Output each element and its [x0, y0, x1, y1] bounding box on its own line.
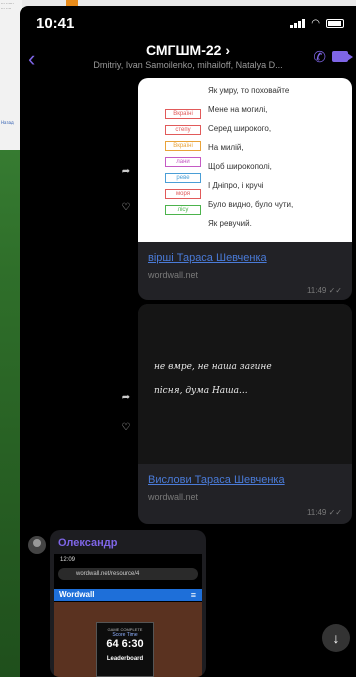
battery-icon	[326, 19, 344, 28]
clock: 10:41	[36, 15, 75, 32]
link-title[interactable]: Вислови Тараса Шевченка	[148, 474, 285, 486]
poem-line: Було видно, було чути,	[208, 200, 294, 209]
game-area: GAME COMPLETE Score Time 64 6:30 Leaderb…	[54, 602, 202, 677]
message-bubble[interactable]: Як умру, то поховайте Мене на могилі, Се…	[138, 78, 352, 300]
react-heart-icon[interactable]: ♡	[118, 200, 134, 216]
poem-line: І Дніпро, і кручі	[208, 181, 264, 190]
word-tile: моря	[165, 189, 201, 199]
react-heart-icon[interactable]: ♡	[118, 420, 134, 436]
poem-line: Як ревучий.	[208, 219, 252, 228]
word-tile: степу	[165, 125, 201, 135]
leaderboard-label: Leaderboard	[106, 656, 144, 662]
message-bubble[interactable]: не вмре, не наша загине пісня, дума Наша…	[138, 304, 352, 524]
sender-name[interactable]: Олександр	[58, 537, 117, 549]
shot-url-bar: wordwall.net/resource/4	[58, 568, 198, 580]
wifi-icon: ◠	[311, 18, 320, 29]
handwritten-line: не вмре, не наша загине	[154, 362, 272, 372]
chat-members[interactable]: Dmitriy, Ivan Samoilenko, mihailoff, Nat…	[20, 60, 356, 70]
message-time: 11:49 ✓✓	[306, 286, 342, 295]
link-domain: wordwall.net	[148, 270, 199, 280]
link-domain: wordwall.net	[148, 492, 199, 502]
system-icons: ◠	[290, 18, 344, 29]
word-tile: лани	[165, 157, 201, 167]
bg-doc-text: ... ....	[1, 5, 12, 10]
poem-line: На милій,	[208, 143, 244, 152]
score-card: GAME COMPLETE Score Time 64 6:30 Leaderb…	[96, 622, 154, 677]
word-tile: лісу	[165, 205, 201, 215]
link-preview-image[interactable]: не вмре, не наша загине пісня, дума Наша…	[138, 304, 352, 464]
share-icon[interactable]: ➦	[118, 164, 134, 180]
link-preview-image[interactable]: Як умру, то поховайте Мене на могилі, Се…	[138, 78, 352, 242]
message-bubble[interactable]: Олександр 12:09 wordwall.net/resource/4 …	[50, 530, 206, 677]
poem-line: Як умру, то поховайте	[208, 86, 290, 95]
status-bar: 10:41 ◠	[20, 6, 356, 38]
link-title[interactable]: вірші Тараса Шевченка	[148, 252, 267, 264]
scroll-down-button[interactable]: ↓	[322, 624, 350, 652]
chat-title[interactable]: СМГШМ-22 ›	[20, 42, 356, 58]
avatar[interactable]	[28, 536, 46, 554]
signal-icon	[290, 19, 306, 28]
poem-line: Щоб широкополі,	[208, 162, 272, 171]
chat-header[interactable]: ‹ СМГШМ-22 › Dmitriy, Ivan Samoilenko, m…	[20, 38, 356, 78]
word-tile: ревe	[165, 173, 201, 183]
menu-icon: ≡	[190, 590, 196, 600]
word-tile: Вкраїні	[165, 141, 201, 151]
wordwall-bar: Wordwall ≡	[54, 589, 202, 601]
video-call-icon[interactable]	[332, 51, 353, 62]
shot-url: wordwall.net/resource/4	[76, 571, 140, 577]
shot-clock: 12:09	[60, 557, 76, 563]
phone-icon[interactable]: ✆	[313, 48, 326, 66]
screenshot-image[interactable]: 12:09 wordwall.net/resource/4 Wordwall ≡…	[54, 554, 202, 677]
bg-doc-back-link: Назад	[1, 120, 14, 125]
handwritten-line: пісня, дума Наша...	[154, 386, 248, 396]
message-time: 11:49 ✓✓	[306, 508, 342, 517]
poem-line: Серед широкого,	[208, 124, 272, 133]
background-document: ... ...... ... .... Назад	[0, 0, 22, 150]
wordwall-logo: Wordwall	[59, 590, 95, 599]
share-icon[interactable]: ➦	[118, 390, 134, 406]
poem-line: Мене на могилі,	[208, 105, 268, 114]
word-tile: Вкраїні	[165, 109, 201, 119]
score-time-values: 64 6:30	[106, 638, 144, 650]
phone-screen: 10:41 ◠ ‹ СМГШМ-22 › Dmitriy, Ivan Samoi…	[20, 6, 356, 677]
